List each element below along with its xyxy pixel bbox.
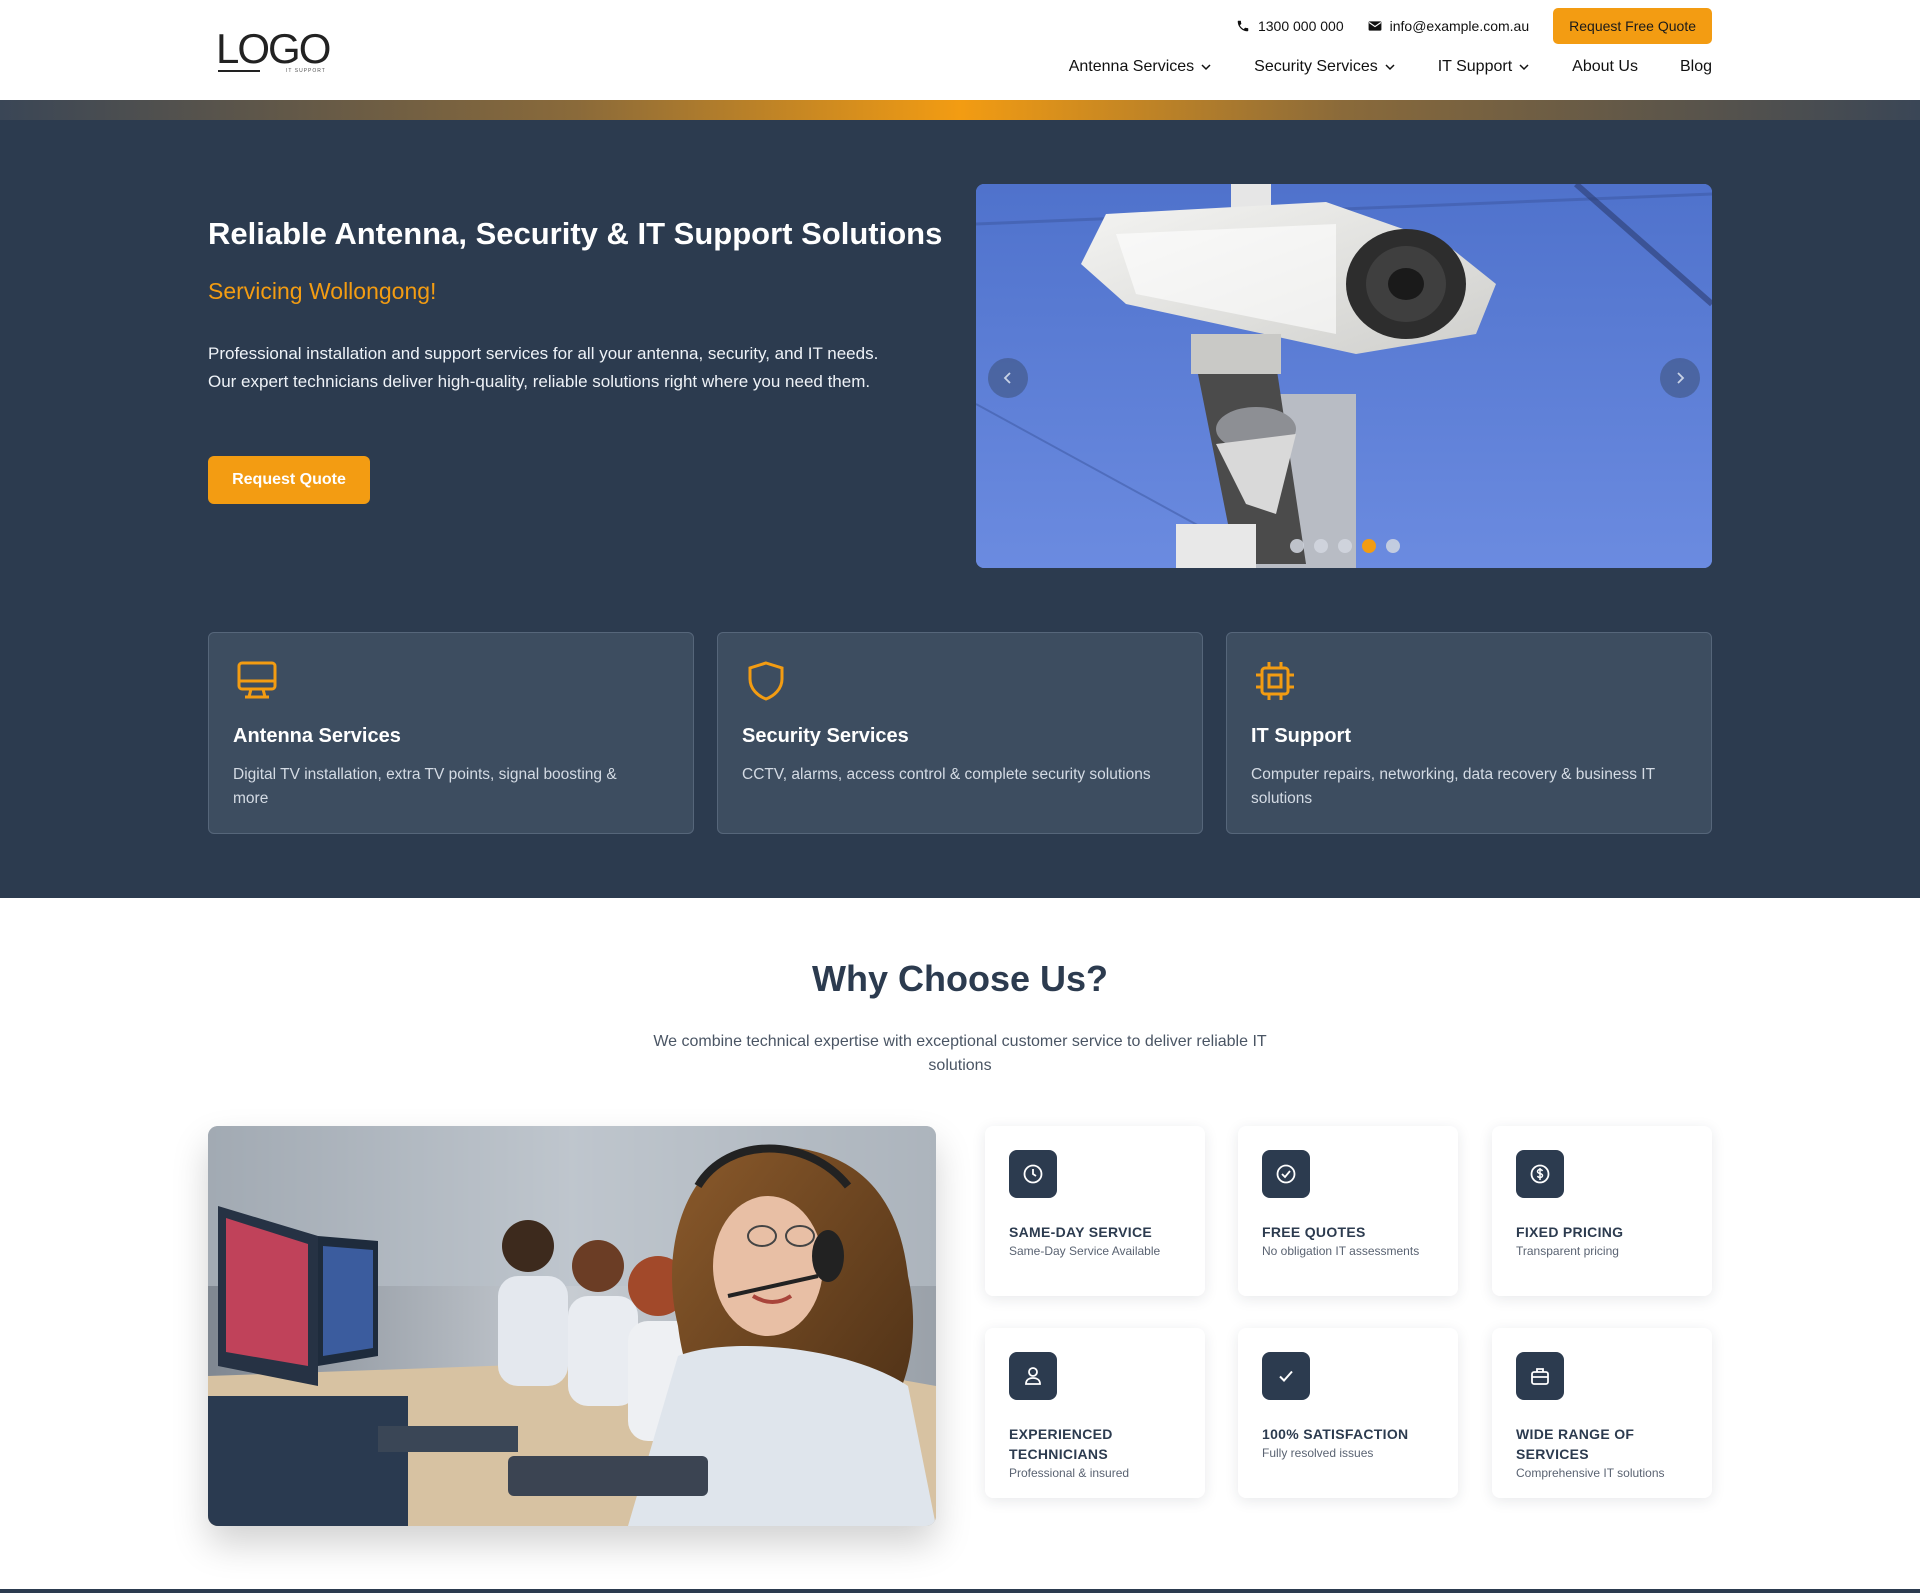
logo-subtext: IT SUPPORT — [286, 68, 326, 74]
check-circle-icon — [1262, 1150, 1310, 1198]
service-description: Digital TV installation, extra TV points… — [233, 766, 617, 807]
hero-section: Reliable Antenna, Security & IT Support … — [0, 120, 1920, 898]
briefcase-icon — [1516, 1352, 1564, 1400]
service-title: IT Support — [1251, 725, 1351, 747]
feature-title: WIDE RANGE OF SERVICES — [1516, 1426, 1635, 1462]
feature-description: Same-Day Service Available — [1009, 1244, 1161, 1258]
slider-dot-active[interactable] — [1362, 539, 1376, 553]
feature-description: No obligation IT assessments — [1262, 1244, 1420, 1258]
service-title: Antenna Services — [233, 725, 401, 747]
service-description: CCTV, alarms, access control & complete … — [742, 766, 1151, 783]
logo[interactable]: LOGO IT SUPPORT — [216, 28, 336, 76]
feature-title: FIXED PRICING — [1516, 1224, 1624, 1240]
request-free-quote-button[interactable]: Request Free Quote — [1553, 8, 1712, 44]
service-title: Security Services — [742, 725, 909, 747]
phone-link[interactable]: 1300 000 000 — [1236, 18, 1344, 34]
feature-card-experienced-technicians: EXPERIENCED TECHNICIANS Professional & i… — [985, 1328, 1205, 1498]
monitor-icon — [237, 661, 277, 699]
phone-icon — [1237, 20, 1249, 32]
chevron-down-icon — [1519, 64, 1529, 71]
image-slider[interactable] — [976, 184, 1712, 568]
slider-dot[interactable] — [1386, 539, 1400, 553]
nav-antenna-services[interactable]: Antenna Services — [1069, 58, 1212, 76]
feature-description: Fully resolved issues — [1262, 1446, 1374, 1460]
feature-title: EXPERIENCED TECHNICIANS — [1009, 1426, 1113, 1462]
feature-title: FREE QUOTES — [1262, 1224, 1366, 1240]
feature-card-fixed-pricing: FIXED PRICING Transparent pricing — [1492, 1126, 1712, 1296]
accent-gradient-bar — [0, 100, 1920, 120]
service-card-security[interactable]: Security Services CCTV, alarms, access c… — [717, 632, 1203, 834]
feature-card-free-quotes: FREE QUOTES No obligation IT assessments — [1238, 1126, 1458, 1296]
phone-number: 1300 000 000 — [1257, 18, 1344, 34]
nav-security-services[interactable]: Security Services — [1254, 58, 1396, 76]
shield-icon — [748, 661, 784, 701]
contact-bar: 1300 000 000 info@example.com.au Request… — [1236, 8, 1712, 44]
envelope-icon — [1368, 21, 1382, 31]
feature-title: 100% SATISFACTION — [1262, 1426, 1409, 1442]
clock-icon — [1009, 1150, 1057, 1198]
support-team-photo — [208, 1126, 936, 1526]
feature-card-same-day: SAME-DAY SERVICE Same-Day Service Availa… — [985, 1126, 1205, 1296]
site-header: LOGO IT SUPPORT 1300 000 000 info@exampl… — [0, 0, 1920, 100]
why-title: Why Choose Us? — [811, 958, 1108, 999]
slider-dot[interactable] — [1290, 539, 1304, 553]
feature-card-satisfaction: 100% SATISFACTION Fully resolved issues — [1238, 1328, 1458, 1498]
nav-label: Security Services — [1254, 58, 1378, 75]
feature-description: Comprehensive IT solutions — [1516, 1466, 1665, 1480]
feature-card-wide-range: WIDE RANGE OF SERVICES Comprehensive IT … — [1492, 1328, 1712, 1498]
feature-description: Transparent pricing — [1516, 1244, 1619, 1258]
nav-blog[interactable]: Blog — [1680, 58, 1712, 76]
user-icon — [1009, 1352, 1057, 1400]
email-address: info@example.com.au — [1389, 18, 1530, 34]
hero-description: Professional installation and support se… — [208, 344, 879, 391]
chevron-down-icon — [1201, 64, 1211, 71]
service-card-antenna[interactable]: Antenna Services Digital TV installation… — [208, 632, 694, 834]
footer-edge — [0, 1589, 1920, 1593]
slider-dot[interactable] — [1338, 539, 1352, 553]
slider-dot[interactable] — [1314, 539, 1328, 553]
slider-prev-button[interactable] — [988, 358, 1028, 398]
chip-icon — [1256, 662, 1294, 700]
cctv-camera-image — [976, 184, 1712, 568]
service-description: Computer repairs, networking, data recov… — [1251, 766, 1655, 807]
request-quote-button[interactable]: Request Quote — [208, 456, 370, 504]
hero-subtitle: Servicing Wollongong! — [208, 278, 437, 304]
nav-label: Antenna Services — [1068, 58, 1195, 75]
nav-label: IT Support — [1437, 58, 1513, 75]
nav-about-us[interactable]: About Us — [1572, 58, 1638, 76]
chevron-left-icon — [1003, 372, 1011, 384]
chevron-right-icon — [1677, 372, 1685, 384]
main-nav: Antenna Services Security Services IT Su… — [1069, 58, 1712, 76]
chevron-down-icon — [1385, 64, 1395, 71]
nav-label: Blog — [1679, 58, 1712, 75]
call-center-image — [208, 1126, 936, 1526]
why-description: We combine technical expertise with exce… — [653, 1033, 1267, 1074]
feature-description: Professional & insured — [1009, 1466, 1130, 1480]
slider-next-button[interactable] — [1660, 358, 1700, 398]
nav-it-support[interactable]: IT Support — [1438, 58, 1530, 76]
email-link[interactable]: info@example.com.au — [1368, 18, 1530, 34]
service-card-it-support[interactable]: IT Support Computer repairs, networking,… — [1226, 632, 1712, 834]
dollar-icon — [1516, 1150, 1564, 1198]
nav-label: About Us — [1572, 58, 1638, 75]
logo-text: LOGO — [216, 25, 331, 72]
logo-underline — [218, 70, 260, 72]
check-icon — [1262, 1352, 1310, 1400]
hero-title: Reliable Antenna, Security & IT Support … — [208, 216, 943, 251]
feature-title: SAME-DAY SERVICE — [1009, 1224, 1153, 1240]
slider-dots — [1290, 539, 1400, 553]
